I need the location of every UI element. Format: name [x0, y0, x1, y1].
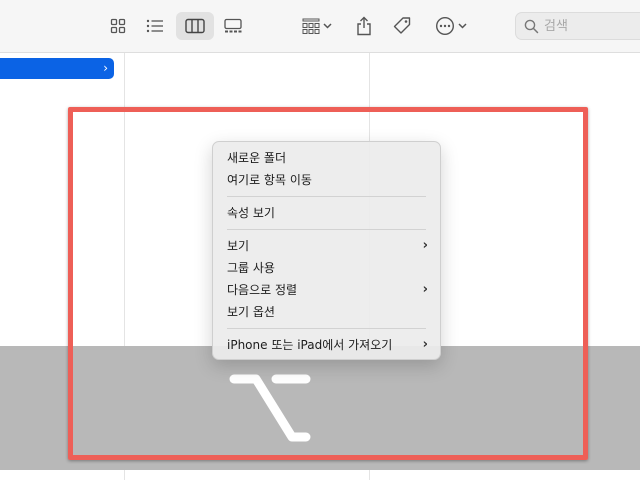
list-icon — [146, 19, 163, 33]
search-field[interactable] — [515, 12, 640, 40]
menu-item-label: 속성 보기 — [227, 206, 275, 220]
chevron-right-icon: › — [422, 337, 428, 352]
group-by-button[interactable] — [296, 12, 338, 40]
menu-item[interactable]: 여기로 항목 이동 — [213, 169, 440, 191]
menu-item[interactable]: 보기 옵션 — [213, 301, 440, 323]
chevron-down-icon — [458, 23, 467, 29]
menu-item-label: iPhone 또는 iPad에서 가져오기 — [227, 338, 393, 352]
tag-icon — [393, 17, 411, 34]
menu-item[interactable]: 보기 › — [213, 235, 440, 257]
more-actions-button[interactable] — [432, 12, 470, 40]
chevron-right-icon: › — [103, 61, 108, 75]
context-menu: 새로운 폴더여기로 항목 이동속성 보기보기 › 그룹 사용다음으로 정렬 › 보기 옵… — [212, 141, 441, 360]
search-input[interactable] — [544, 18, 640, 34]
menu-item-label: 보기 옵션 — [227, 305, 275, 319]
menu-item-label: 다음으로 정렬 — [227, 283, 298, 297]
icon-view-button[interactable] — [104, 12, 132, 40]
key-overlay-band — [0, 346, 640, 470]
chevron-down-icon — [323, 23, 332, 29]
menu-item-label: 그룹 사용 — [227, 261, 275, 275]
chevron-right-icon: › — [422, 238, 428, 253]
menu-separator — [227, 229, 426, 230]
selected-folder-row[interactable]: › — [0, 58, 114, 79]
share-button[interactable] — [352, 12, 376, 40]
toolbar — [0, 0, 640, 53]
menu-item[interactable]: 다음으로 정렬 › — [213, 279, 440, 301]
list-view-button[interactable] — [140, 12, 170, 40]
menu-separator — [227, 196, 426, 197]
gallery-view-button[interactable] — [218, 12, 248, 40]
option-key-icon — [229, 374, 311, 442]
grid-icon — [110, 18, 126, 34]
gallery-icon — [224, 18, 242, 33]
share-icon — [357, 16, 371, 36]
columns-icon — [185, 18, 205, 34]
menu-item[interactable]: 새로운 폴더 — [213, 147, 440, 169]
menu-separator — [227, 328, 426, 329]
column-view-button[interactable] — [176, 12, 214, 40]
menu-item-label: 여기로 항목 이동 — [227, 173, 312, 187]
finder-window: › 새로운 폴더여기로 항목 이동속성 보기보기›그룹 사용다음으로 정렬›보기… — [0, 0, 640, 480]
menu-item-label: 보기 — [227, 239, 250, 253]
menu-item[interactable]: 그룹 사용 — [213, 257, 440, 279]
tags-button[interactable] — [390, 12, 414, 40]
menu-item-label: 새로운 폴더 — [227, 151, 287, 165]
chevron-right-icon: › — [422, 282, 428, 297]
menu-item[interactable]: iPhone 또는 iPad에서 가져오기 › — [213, 334, 440, 356]
group-grid-icon — [302, 18, 320, 34]
menu-item[interactable]: 속성 보기 — [213, 202, 440, 224]
ellipsis-circle-icon — [435, 16, 455, 36]
search-icon — [524, 19, 539, 33]
